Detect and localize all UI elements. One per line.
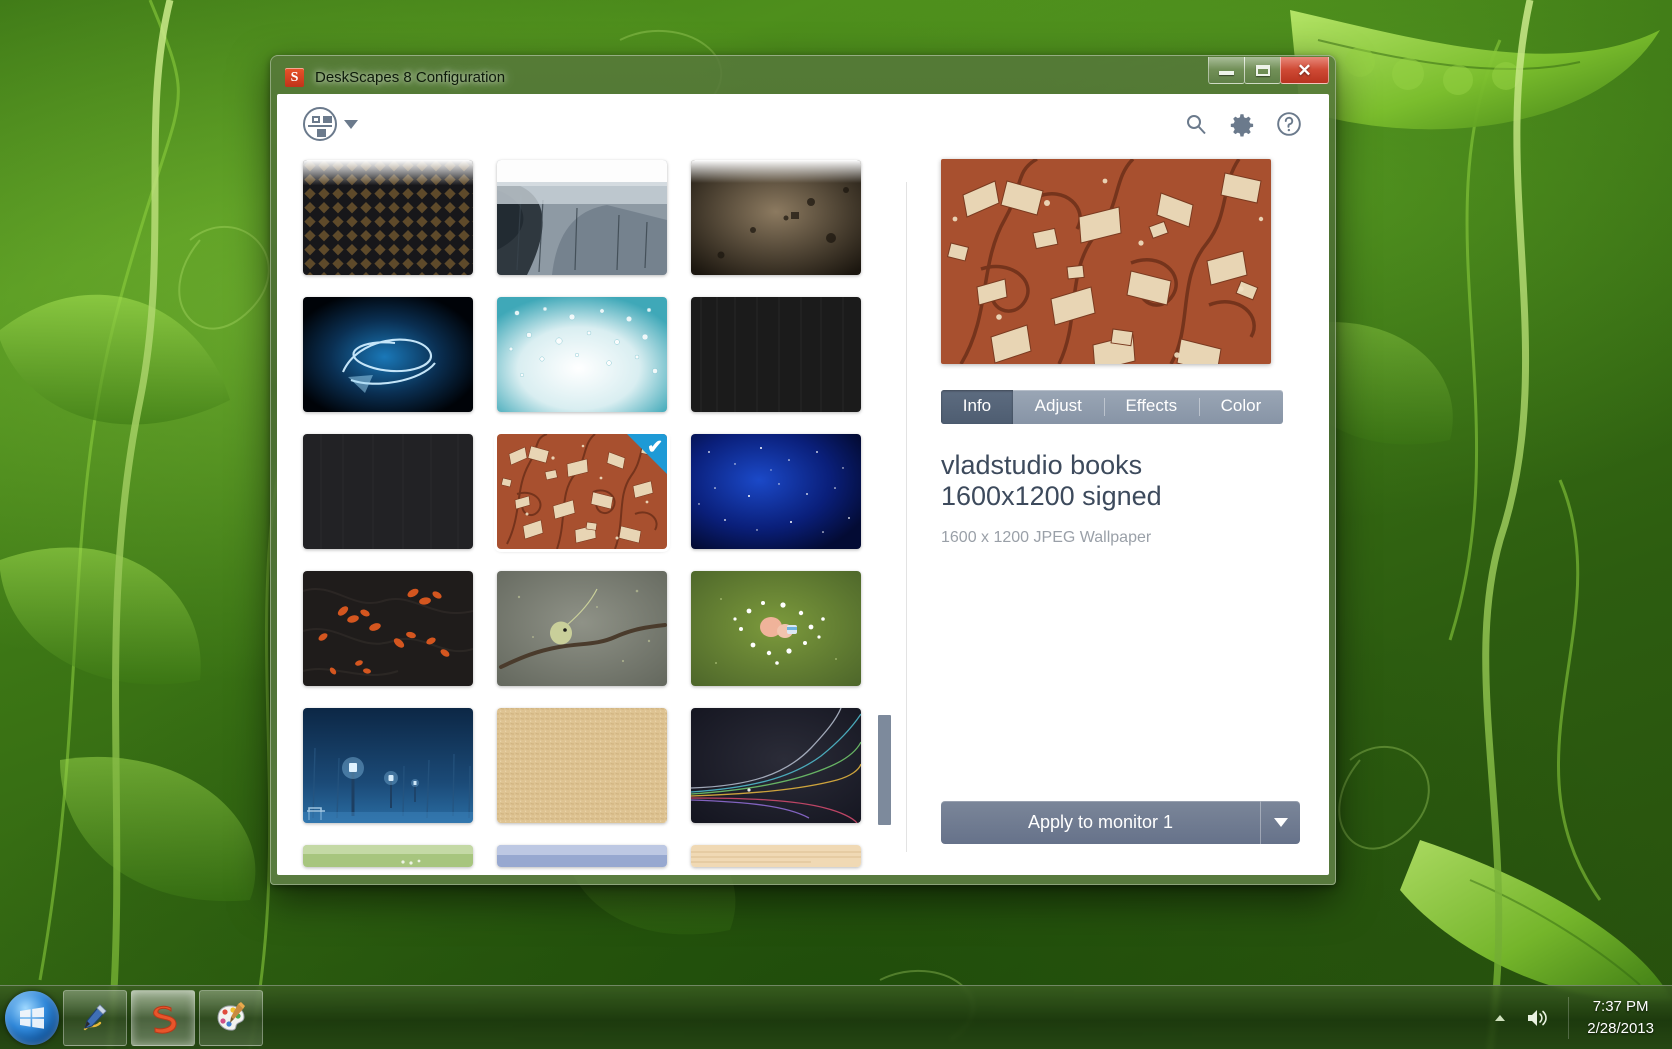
thumbnail-grey-winter-forest[interactable] — [497, 160, 667, 275]
thumbnail-bird-on-branch-grey[interactable] — [497, 571, 667, 686]
preview-image — [941, 159, 1271, 364]
paint-palette-icon — [217, 1001, 245, 1031]
item-title: vladstudio books 1600x1200 signed — [941, 450, 1162, 512]
main-content: ✔ Info Adjust Effects Color vladstudio b… — [278, 157, 1328, 874]
thumbnail-tan-partial[interactable] — [691, 845, 861, 867]
system-tray: 7:37 PM 2/28/2013 — [1484, 986, 1672, 1049]
thumbnail-snowy-night-lamps[interactable] — [303, 708, 473, 823]
maximize-icon — [1255, 64, 1270, 76]
application-window: S DeskScapes 8 Configuration ✕ ✔ Info Ad… — [270, 55, 1336, 885]
detail-pane: Info Adjust Effects Color vladstudio boo… — [907, 157, 1328, 874]
toolbar-actions — [1184, 111, 1302, 137]
thumbnail-sand-texture-tan[interactable] — [497, 708, 667, 823]
pen-icon — [83, 1003, 107, 1030]
thumbnail-green-flowers-field[interactable] — [691, 571, 861, 686]
thumbnail-blue-starfield[interactable] — [691, 434, 861, 549]
speaker-icon[interactable] — [1525, 1007, 1549, 1029]
scrollbar-thumb[interactable] — [878, 715, 891, 825]
thumbnail-orange-leaves-dark[interactable] — [303, 571, 473, 686]
apply-button[interactable]: Apply to monitor 1 — [941, 801, 1260, 844]
close-button[interactable]: ✕ — [1280, 57, 1329, 84]
start-button[interactable] — [5, 990, 59, 1045]
thumbnail-green-partial[interactable] — [303, 845, 473, 867]
toolbar — [278, 95, 1328, 157]
view-switch-button[interactable] — [303, 107, 358, 141]
taskbar-button-paint[interactable] — [199, 989, 263, 1046]
close-icon: ✕ — [1297, 60, 1312, 80]
thumbnail-dark-color-strands[interactable] — [691, 708, 861, 823]
search-icon[interactable] — [1184, 112, 1208, 136]
view-layout-icon — [303, 107, 337, 141]
thumbnail-brown-grunge-texture[interactable] — [691, 160, 861, 275]
thumbnail-dark-vertical-lines[interactable] — [303, 434, 473, 549]
windows-logo-icon — [20, 1006, 44, 1029]
apply-row: Apply to monitor 1 — [941, 801, 1300, 844]
chevron-down-icon — [1273, 818, 1288, 827]
thumbnail-blue-light-swirl[interactable] — [303, 297, 473, 412]
wallpaper-grid-pane: ✔ — [278, 157, 906, 874]
minimize-button[interactable] — [1208, 57, 1245, 84]
vertical-scrollbar[interactable] — [878, 160, 892, 874]
wallpaper-grid: ✔ — [303, 157, 906, 867]
thumbnail-blue-partial[interactable] — [497, 845, 667, 867]
taskbar-button-deskscapes[interactable] — [131, 989, 195, 1046]
tab-color[interactable]: Color — [1198, 390, 1283, 424]
window-title: DeskScapes 8 Configuration — [315, 69, 506, 86]
thumbnail-vladstudio-books[interactable]: ✔ — [497, 434, 667, 549]
thumbnail-black-brushed-metal[interactable] — [691, 297, 861, 412]
minimize-icon — [1219, 71, 1234, 75]
window-controls: ✕ — [1208, 57, 1329, 84]
tray-divider — [1568, 996, 1570, 1039]
window-titlebar[interactable]: S DeskScapes 8 Configuration ✕ — [277, 57, 1329, 94]
chevron-up-icon[interactable] — [1493, 1011, 1507, 1025]
tab-info[interactable]: Info — [941, 390, 1013, 424]
deskscapes-icon — [153, 1005, 177, 1034]
help-icon[interactable] — [1276, 111, 1302, 137]
check-icon: ✔ — [647, 437, 663, 458]
detail-tabs: Info Adjust Effects Color — [941, 390, 1283, 424]
deskscapes-logo-icon: S — [285, 68, 304, 87]
maximize-button[interactable] — [1244, 57, 1281, 84]
tab-effects[interactable]: Effects — [1103, 390, 1199, 424]
tab-adjust[interactable]: Adjust — [1013, 390, 1104, 424]
thumbnail-dark-diamond-pattern[interactable] — [303, 160, 473, 275]
item-subtitle: 1600 x 1200 JPEG Wallpaper — [941, 528, 1152, 546]
apply-dropdown-button[interactable] — [1260, 801, 1300, 844]
chevron-down-icon[interactable] — [344, 119, 358, 129]
window-client-area: ✔ Info Adjust Effects Color vladstudio b… — [277, 94, 1329, 875]
clock-date: 2/28/2013 — [1587, 1019, 1654, 1037]
taskbar: 7:37 PM 2/28/2013 — [0, 985, 1672, 1049]
gear-icon[interactable] — [1229, 111, 1255, 137]
clock[interactable]: 7:37 PM 2/28/2013 — [1579, 996, 1668, 1040]
clock-time: 7:37 PM — [1592, 997, 1649, 1015]
thumbnail-water-droplets-teal[interactable] — [497, 297, 667, 412]
taskbar-button-snipping-tool[interactable] — [63, 989, 127, 1046]
